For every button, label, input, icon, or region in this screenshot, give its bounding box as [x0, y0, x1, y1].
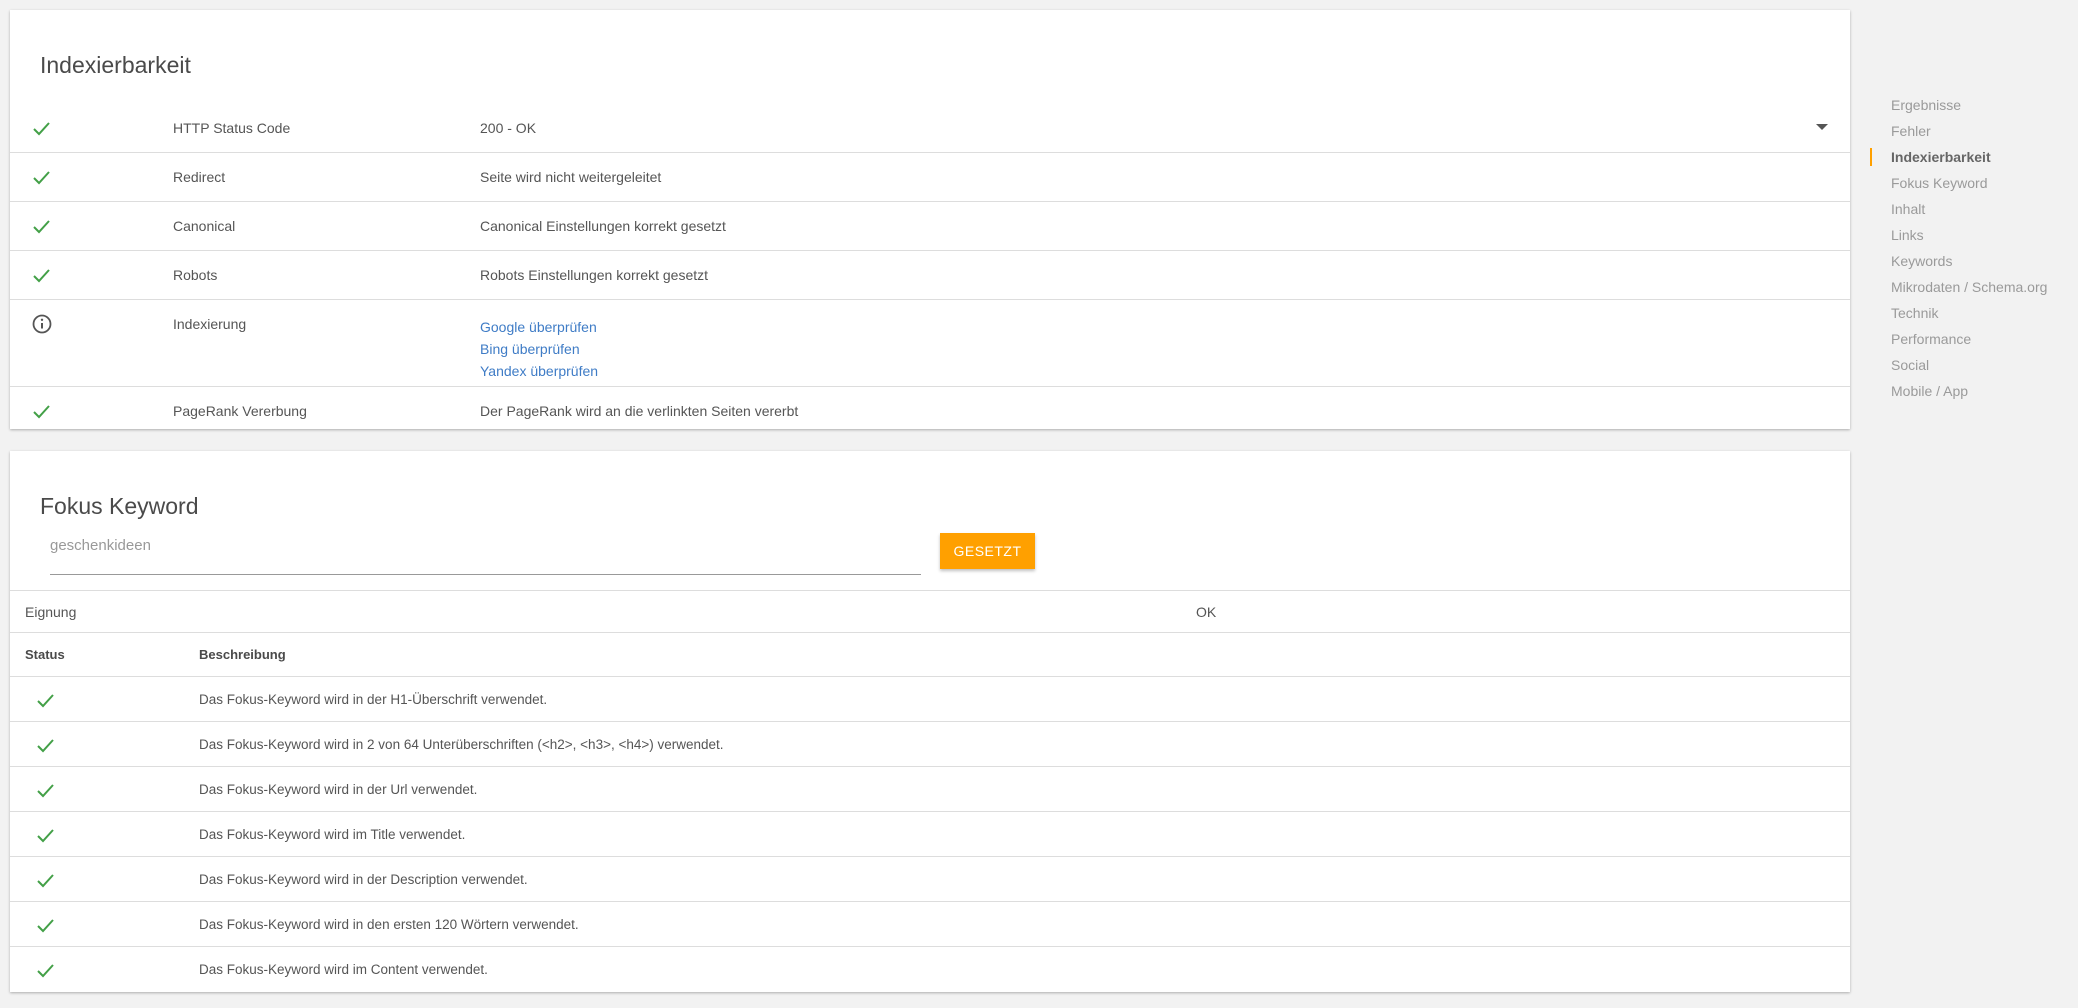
nav-item-social[interactable]: Social: [1870, 352, 2070, 378]
row-value: Canonical Einstellungen korrekt gesetzt: [480, 218, 726, 234]
check-icon: [37, 829, 54, 843]
table-row: Das Fokus-Keyword wird im Content verwen…: [10, 947, 1850, 992]
table-row: Das Fokus-Keyword wird in der Url verwen…: [10, 767, 1850, 812]
check-icon: [37, 739, 54, 753]
check-icon: [37, 874, 54, 888]
nav-item-inhalt[interactable]: Inhalt: [1870, 196, 2070, 222]
check-icon: [37, 784, 54, 798]
yandex-check-link[interactable]: Yandex überprüfen: [480, 360, 598, 382]
indexierbarkeit-list: HTTP Status Code 200 - OK Redirect Seite…: [10, 104, 1850, 436]
table-row: Das Fokus-Keyword wird in der Descriptio…: [10, 857, 1850, 902]
eignung-label: Eignung: [25, 604, 77, 620]
keyword-field: [50, 531, 921, 575]
nav-item-performance[interactable]: Performance: [1870, 326, 2070, 352]
row-description: Das Fokus-Keyword wird in den ersten 120…: [199, 917, 579, 932]
set-keyword-button[interactable]: GESETZT: [940, 533, 1035, 569]
row-value: Robots Einstellungen korrekt gesetzt: [480, 267, 709, 283]
table-row: Das Fokus-Keyword wird in 2 von 64 Unter…: [10, 722, 1850, 767]
check-icon: [37, 694, 54, 708]
section-nav: Ergebnisse Fehler Indexierbarkeit Fokus …: [1870, 92, 2070, 404]
bing-check-link[interactable]: Bing überprüfen: [480, 338, 598, 360]
fokus-keyword-title: Fokus Keyword: [40, 493, 199, 519]
indexierbarkeit-card: Indexierbarkeit HTTP Status Code 200 - O…: [10, 10, 1850, 429]
row-canonical: Canonical Canonical Einstellungen korrek…: [10, 202, 1850, 251]
table-row: Das Fokus-Keyword wird in der H1-Übersch…: [10, 677, 1850, 722]
row-pagerank: PageRank Vererbung Der PageRank wird an …: [10, 387, 1850, 436]
nav-item-links[interactable]: Links: [1870, 222, 2070, 248]
row-description: Das Fokus-Keyword wird im Title verwende…: [199, 827, 466, 842]
check-links: Google überprüfen Bing überprüfen Yandex…: [480, 316, 598, 382]
row-description: Das Fokus-Keyword wird in der H1-Übersch…: [199, 692, 548, 707]
indexierbarkeit-title: Indexierbarkeit: [40, 52, 191, 78]
row-label: Robots: [173, 267, 218, 283]
nav-item-indexierbarkeit[interactable]: Indexierbarkeit: [1870, 144, 2070, 170]
row-description: Das Fokus-Keyword wird in der Descriptio…: [199, 872, 528, 887]
row-label: Canonical: [173, 218, 236, 234]
table-row: Das Fokus-Keyword wird im Title verwende…: [10, 812, 1850, 857]
nav-item-fokus-keyword[interactable]: Fokus Keyword: [1870, 170, 2070, 196]
check-icon: [33, 171, 50, 185]
column-header-description: Beschreibung: [199, 647, 286, 662]
eignung-row: Eignung OK: [10, 590, 1850, 633]
check-icon: [37, 964, 54, 978]
row-label: PageRank Vererbung: [173, 403, 307, 419]
nav-item-technik[interactable]: Technik: [1870, 300, 2070, 326]
row-description: Das Fokus-Keyword wird in 2 von 64 Unter…: [199, 737, 724, 752]
keyword-input[interactable]: [50, 537, 921, 554]
row-value: Seite wird nicht weitergeleitet: [480, 169, 662, 185]
row-indexierung: Indexierung Google überprüfen Bing überp…: [10, 300, 1850, 387]
dropdown-caret-icon[interactable]: [1816, 124, 1828, 130]
row-description: Das Fokus-Keyword wird im Content verwen…: [199, 962, 488, 977]
row-http-status[interactable]: HTTP Status Code 200 - OK: [10, 104, 1850, 153]
table-header: Status Beschreibung: [10, 633, 1850, 677]
check-icon: [33, 405, 50, 419]
nav-item-keywords[interactable]: Keywords: [1870, 248, 2070, 274]
nav-item-mikrodaten[interactable]: Mikrodaten / Schema.org: [1870, 274, 2070, 300]
row-robots: Robots Robots Einstellungen korrekt gese…: [10, 251, 1850, 300]
check-icon: [33, 269, 50, 283]
row-label: Redirect: [173, 169, 226, 185]
nav-item-ergebnisse[interactable]: Ergebnisse: [1870, 92, 2070, 118]
row-value: Der PageRank wird an die verlinkten Seit…: [480, 403, 799, 419]
google-check-link[interactable]: Google überprüfen: [480, 316, 598, 338]
nav-item-mobile-app[interactable]: Mobile / App: [1870, 378, 2070, 404]
check-icon: [37, 919, 54, 933]
table-row: Das Fokus-Keyword wird in den ersten 120…: [10, 902, 1850, 947]
check-icon: [33, 122, 50, 136]
nav-item-fehler[interactable]: Fehler: [1870, 118, 2070, 144]
row-label: HTTP Status Code: [173, 120, 291, 136]
row-label: Indexierung: [173, 316, 247, 332]
fokus-keyword-card: Fokus Keyword GESETZT Eignung OK Status …: [10, 451, 1850, 992]
row-redirect: Redirect Seite wird nicht weitergeleitet: [10, 153, 1850, 202]
row-value: 200 - OK: [480, 120, 537, 136]
keyword-checks-table: Das Fokus-Keyword wird in der H1-Übersch…: [10, 677, 1850, 992]
row-description: Das Fokus-Keyword wird in der Url verwen…: [199, 782, 478, 797]
check-icon: [33, 220, 50, 234]
column-header-status: Status: [25, 647, 65, 662]
info-icon: [32, 314, 52, 334]
eignung-value: OK: [1196, 604, 1217, 620]
